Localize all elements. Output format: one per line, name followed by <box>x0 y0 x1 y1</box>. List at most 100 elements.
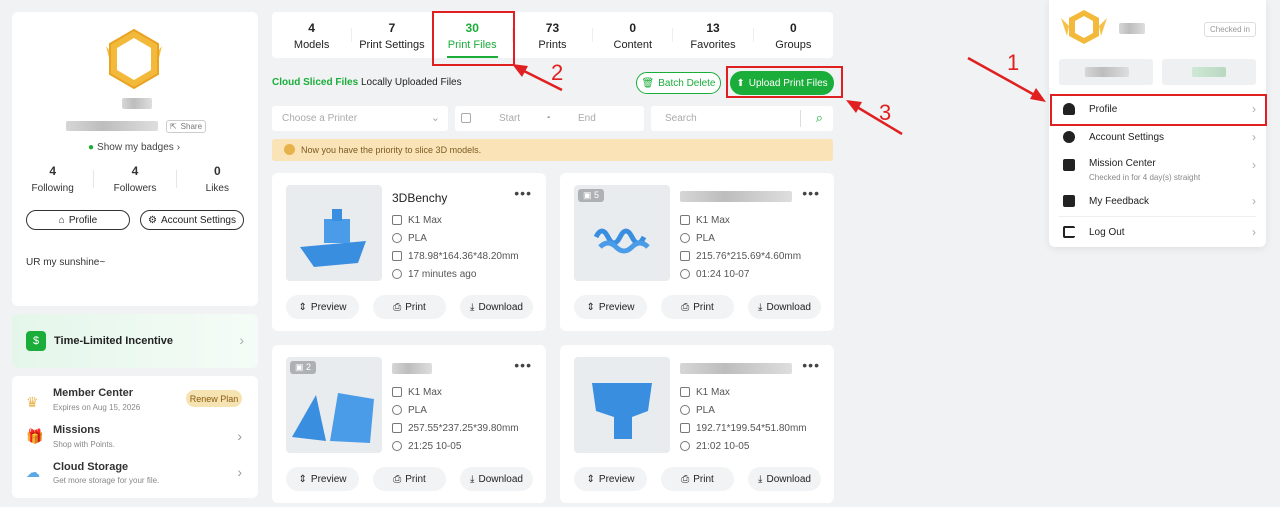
menu-item-log-out[interactable]: Log Out › <box>1049 217 1266 247</box>
avatar-badge <box>104 26 164 94</box>
title-blurred <box>680 191 792 202</box>
file-title[interactable] <box>392 363 519 377</box>
tab-favorites[interactable]: 13 Favorites <box>673 12 752 58</box>
share-icon: ⇱ <box>169 122 177 131</box>
download-icon: ⤓ <box>758 473 763 485</box>
quick-card-right[interactable] <box>1162 59 1256 85</box>
stack-badge: ▣ 5 <box>578 189 605 202</box>
stat-followers[interactable]: 4 Followers <box>94 164 175 194</box>
missions-title[interactable]: Missions <box>53 424 100 436</box>
gear-icon: ⚙ <box>147 214 157 226</box>
tab-content[interactable]: 0 Content <box>593 12 672 58</box>
menu-item-my-feedback[interactable]: My Feedback › <box>1049 186 1266 216</box>
renew-plan-button[interactable]: Renew Plan <box>186 390 242 407</box>
avatar-badge <box>1059 8 1109 46</box>
printer-icon: ⎙ <box>681 473 690 485</box>
tab-groups[interactable]: 0 Groups <box>754 12 833 58</box>
thumbnail[interactable]: ▣ 2 <box>286 357 382 453</box>
file-card[interactable]: K1 Max PLA 192.71*199.54*51.80mm 21:02 1… <box>560 345 834 503</box>
file-card[interactable]: ▣ 5 K1 Max PLA 215.76*215.69*4.60mm 01:2… <box>560 173 834 331</box>
preview-button[interactable]: ⇕ Preview <box>574 467 647 491</box>
print-button[interactable]: ⎙ Print <box>373 295 446 319</box>
clock-icon <box>680 441 690 451</box>
download-button[interactable]: ⤓ Download <box>460 467 533 491</box>
download-icon: ⤓ <box>470 301 475 313</box>
menu-item-mission-center[interactable]: Mission Center Checked in for 4 day(s) s… <box>1049 152 1266 190</box>
clock-icon <box>392 269 402 279</box>
stat-following[interactable]: 4 Following <box>12 164 93 194</box>
quick-card-left[interactable] <box>1059 59 1153 85</box>
gear-icon <box>1063 131 1075 143</box>
more-icon[interactable]: ••• <box>802 185 820 201</box>
download-icon: ⤓ <box>470 473 475 485</box>
material-icon <box>680 233 690 243</box>
chevron-right-icon[interactable]: › <box>237 464 242 480</box>
account-settings-button[interactable]: ⚙ Account Settings <box>140 210 244 230</box>
more-icon[interactable]: ••• <box>514 185 532 201</box>
menu-item-account-settings[interactable]: Account Settings › <box>1049 122 1266 152</box>
chevron-right-icon: › <box>1252 225 1256 239</box>
logout-icon <box>1063 226 1075 238</box>
tab-print-settings[interactable]: 7 Print Settings <box>352 12 431 58</box>
material-icon <box>392 405 402 415</box>
cloud-storage-title[interactable]: Cloud Storage <box>53 461 128 473</box>
print-button[interactable]: ⎙ Print <box>661 467 734 491</box>
more-icon[interactable]: ••• <box>802 357 820 373</box>
download-button[interactable]: ⤓ Download <box>748 467 821 491</box>
uid-blurred <box>66 121 158 131</box>
file-title[interactable] <box>680 191 801 205</box>
file-card[interactable]: ▣ 2 K1 Max PLA 257.55*237.25*39.80mm 21:… <box>272 345 546 503</box>
printer-icon <box>392 215 402 225</box>
stat-likes[interactable]: 0 Likes <box>177 164 258 194</box>
thumbnail[interactable] <box>574 357 670 453</box>
preview-button[interactable]: ⇕ Preview <box>286 295 359 319</box>
tab-models[interactable]: 4 Models <box>272 12 351 58</box>
subtab-cloud-sliced[interactable]: Cloud Sliced Files <box>272 77 358 88</box>
preview-button[interactable]: ⇕ Preview <box>286 467 359 491</box>
chevron-right-icon[interactable]: › <box>237 428 242 444</box>
profile-stats: 4 Following 4 Followers 0 Likes <box>12 164 258 194</box>
file-title[interactable]: 3DBenchy <box>392 191 519 205</box>
tab-prints[interactable]: 73 Prints <box>513 12 592 58</box>
share-button[interactable]: ⇱ Share <box>166 120 206 133</box>
subtab-locally-uploaded[interactable]: Locally Uploaded Files <box>361 77 462 88</box>
search-icon[interactable]: ⌕ <box>816 110 823 126</box>
download-icon: ⤓ <box>758 301 763 313</box>
printer-select[interactable]: Choose a Printer ⌄ <box>272 106 448 131</box>
profile-button[interactable]: ⌂ Profile <box>26 210 130 230</box>
show-badges-link[interactable]: ● Show my badges › <box>88 142 180 153</box>
search-input[interactable]: Search ⌕ <box>651 106 833 131</box>
print-button[interactable]: ⎙ Print <box>373 467 446 491</box>
dimensions-icon <box>392 251 402 261</box>
annotation-box-upload <box>726 66 843 98</box>
material-icon <box>392 233 402 243</box>
file-meta: K1 Max PLA 215.76*215.69*4.60mm 01:24 10… <box>680 191 801 283</box>
checked-in-badge: Checked in <box>1203 22 1256 37</box>
username-blurred <box>1119 23 1145 34</box>
date-range-picker[interactable]: Start - End <box>455 106 644 131</box>
stack-badge: ▣ 2 <box>290 361 317 374</box>
thumbnail[interactable] <box>286 185 382 281</box>
more-icon[interactable]: ••• <box>514 357 532 373</box>
incentive-card[interactable]: $ Time-Limited Incentive › <box>12 314 258 368</box>
batch-delete-button[interactable]: 🗑 Batch Delete <box>636 72 721 94</box>
printer-icon: ⎙ <box>393 473 402 485</box>
preview-button[interactable]: ⇕ Preview <box>574 295 647 319</box>
thumbnail[interactable]: ▣ 5 <box>574 185 670 281</box>
blurred-content <box>1085 67 1129 77</box>
profile-card: ⇱ Share ● Show my badges › 4 Following 4… <box>12 12 258 306</box>
calendar-icon <box>1063 159 1075 171</box>
member-center-title[interactable]: Member Center <box>53 387 133 399</box>
info-icon <box>284 144 295 155</box>
print-button[interactable]: ⎙ Print <box>661 295 734 319</box>
file-title[interactable] <box>680 363 807 377</box>
clock-icon <box>680 269 690 279</box>
cloud-storage-sub: Get more storage for your file. <box>53 476 160 485</box>
download-button[interactable]: ⤓ Download <box>748 295 821 319</box>
trash-icon: 🗑 <box>641 77 655 89</box>
annotation-number-1: 1 <box>1007 50 1020 75</box>
download-button[interactable]: ⤓ Download <box>460 295 533 319</box>
file-card[interactable]: 3DBenchy K1 Max PLA 178.98*164.36*48.20m… <box>272 173 546 331</box>
preview-icon: ⇕ <box>586 301 595 313</box>
benchy-model-icon <box>300 209 366 267</box>
